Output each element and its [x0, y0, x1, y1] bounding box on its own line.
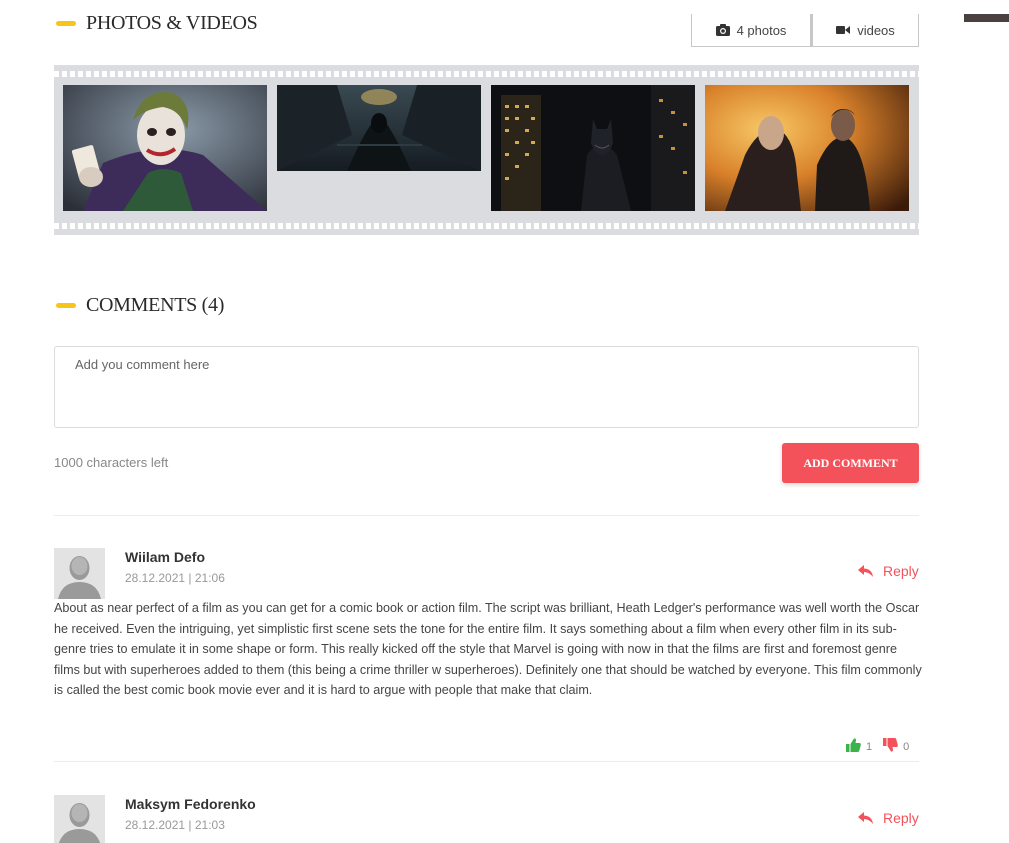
- heading-accent-dash: [56, 303, 76, 308]
- divider: [54, 515, 919, 516]
- comment-date: 28.12.2021 | 21:03: [125, 818, 225, 832]
- user-avatar-icon: [54, 795, 105, 843]
- characters-left-counter: 1000 characters left: [54, 455, 169, 470]
- photos-videos-heading: PHOTOS & VIDEOS: [56, 12, 258, 35]
- reply-label: Reply: [883, 563, 919, 579]
- photo-thumbnail[interactable]: [491, 85, 695, 211]
- divider: [54, 761, 919, 762]
- photos-videos-title: PHOTOS & VIDEOS: [86, 12, 258, 34]
- avatar: [54, 795, 105, 843]
- photo-thumbnail[interactable]: [63, 85, 267, 211]
- camera-icon: [715, 24, 730, 36]
- likes-count: 1: [866, 741, 873, 753]
- reply-button[interactable]: Reply: [858, 563, 919, 579]
- photo-thumbnail[interactable]: [277, 85, 481, 171]
- comment-text: About as near perfect of a film as you c…: [54, 601, 922, 698]
- heading-accent-dash: [56, 21, 76, 26]
- comment-input-box: [54, 346, 919, 428]
- reply-button[interactable]: Reply: [858, 810, 919, 826]
- comment-date: 28.12.2021 | 21:06: [125, 571, 225, 585]
- reply-arrow-icon: [858, 812, 873, 824]
- video-camera-icon: [836, 26, 851, 34]
- photo-filmstrip: [54, 65, 919, 235]
- comment-author[interactable]: Maksym Fedorenko: [125, 796, 256, 812]
- tab-videos-label: videos: [857, 22, 895, 38]
- top-right-bar: [964, 14, 1009, 22]
- tab-videos[interactable]: videos: [811, 14, 919, 47]
- avatar: [54, 548, 105, 599]
- thumbs-down-icon[interactable]: [883, 738, 898, 756]
- add-comment-button[interactable]: ADD COMMENT: [782, 443, 919, 483]
- filmstrip-perforation-bottom: [54, 223, 919, 229]
- filmstrip-perforation-top: [54, 71, 919, 77]
- reply-label: Reply: [883, 810, 919, 826]
- reply-arrow-icon: [858, 565, 873, 577]
- tab-photos-label: 4 photos: [736, 22, 787, 38]
- comment-input[interactable]: [55, 347, 918, 427]
- dislikes-count: 0: [903, 741, 910, 753]
- tab-photos[interactable]: 4 photos: [691, 14, 811, 47]
- comments-title: COMMENTS (4): [86, 294, 225, 316]
- thumbs-up-icon[interactable]: [846, 738, 861, 756]
- comment-votes: 1 0: [846, 738, 909, 756]
- comment-author[interactable]: Wiilam Defo: [125, 549, 205, 565]
- media-tabs: 4 photos videos: [691, 14, 919, 47]
- photo-thumbnail[interactable]: [705, 85, 909, 211]
- comments-heading: COMMENTS (4): [56, 294, 224, 317]
- user-avatar-icon: [54, 548, 105, 599]
